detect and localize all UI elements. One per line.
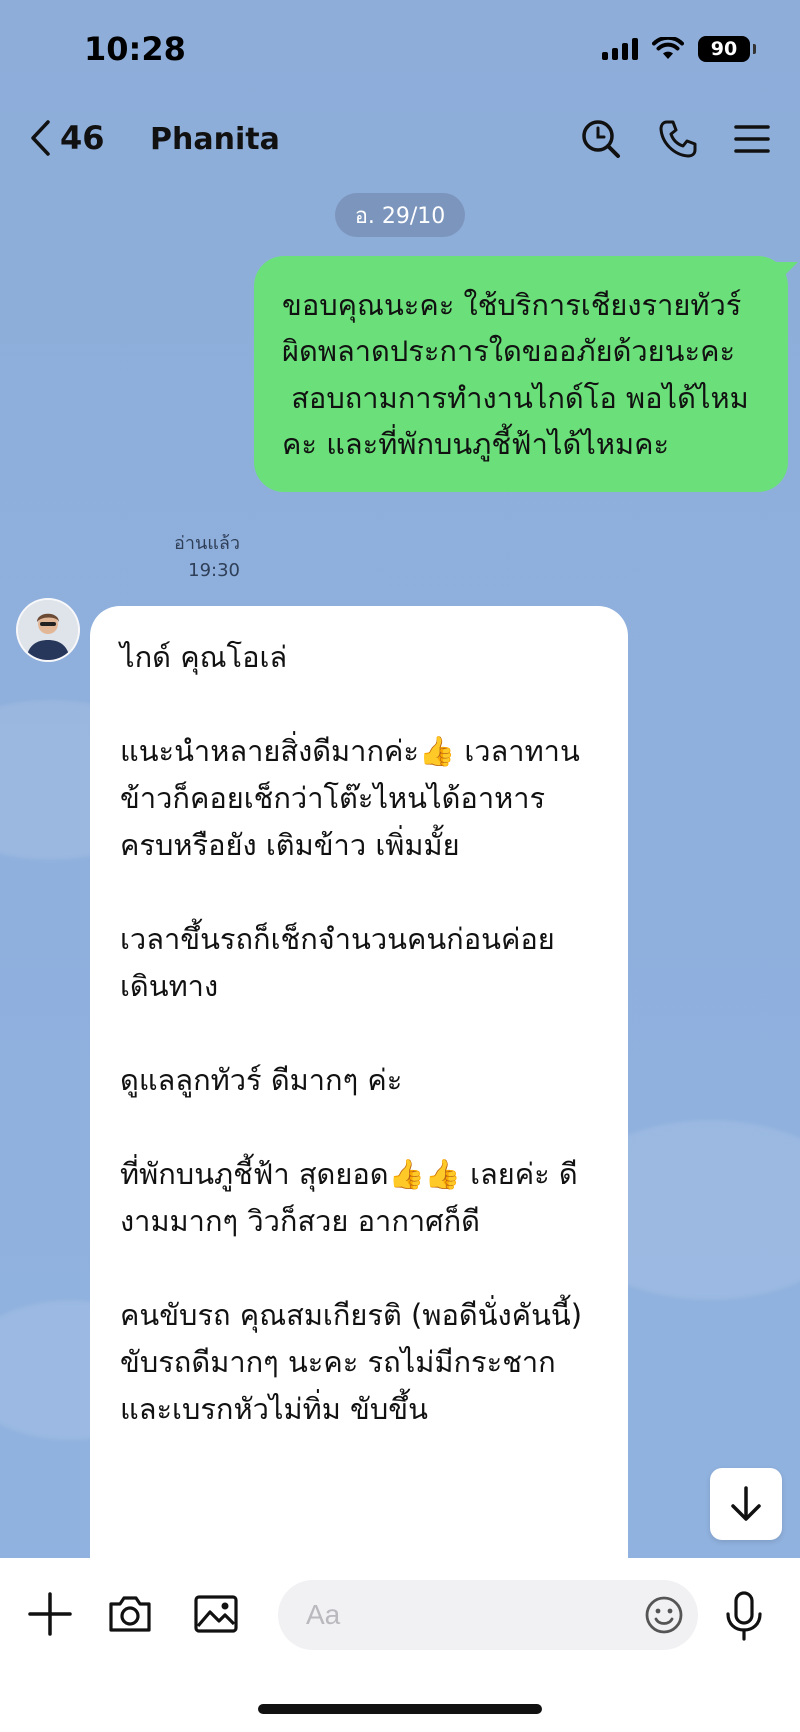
plus-icon: [28, 1592, 72, 1636]
message-text: แนะนำหลายสิ่งดีมากค่ะ👍 เวลาทานข้าวก็คอยเ…: [120, 733, 580, 862]
unread-count: 46: [60, 119, 105, 157]
message-text: คนขับรถ คุณสมเกียรติ (พอดีนั่งคันนี้) ขั…: [120, 1297, 583, 1426]
emoji-button[interactable]: [644, 1595, 684, 1639]
header-actions: [580, 118, 770, 160]
read-receipt: อ่านแล้ว 19:30: [174, 530, 240, 584]
profile-photo: [18, 600, 78, 660]
add-button[interactable]: [26, 1590, 74, 1642]
search-button[interactable]: [580, 118, 622, 160]
image-icon: [194, 1595, 238, 1633]
search-icon: [582, 120, 620, 158]
message-time: 19:30: [188, 560, 240, 581]
back-button[interactable]: 46: [28, 118, 105, 158]
scroll-to-bottom-button[interactable]: [710, 1468, 782, 1540]
message-text: ขอบคุณนะคะ ใช้บริการเชียงรายทัวร์ ผิดพลา…: [282, 288, 742, 369]
message-input-bar: [0, 1558, 800, 1732]
message-input[interactable]: [304, 1598, 608, 1632]
menu-icon: [734, 125, 770, 153]
message-text: ที่พักบนภูชี้ฟ้า สุดยอด👍👍 เลยค่ะ ดีงามมา…: [120, 1156, 578, 1238]
emoji-icon: [645, 1596, 683, 1634]
phone-icon: [659, 120, 697, 158]
image-button[interactable]: [192, 1590, 240, 1642]
avatar[interactable]: [16, 598, 80, 662]
battery-icon: 90: [698, 36, 756, 62]
status-icons: 90: [602, 36, 756, 62]
camera-button[interactable]: [106, 1590, 154, 1642]
chat-title: Phanita: [150, 122, 280, 157]
cellular-signal-icon: [602, 38, 638, 60]
status-bar: 10:28 90: [0, 0, 800, 100]
menu-button[interactable]: [734, 123, 770, 155]
wifi-icon: [652, 37, 684, 59]
message-text: สอบถามการทำงานไกด์โอ พอได้ไหมคะ และที่พั…: [282, 380, 749, 462]
chevron-left-icon: [31, 120, 50, 156]
call-button[interactable]: [658, 119, 698, 159]
microphone-icon: [726, 1591, 762, 1641]
message-text: ไกด์ คุณโอเล่: [120, 640, 288, 674]
outgoing-message-bubble[interactable]: ขอบคุณนะคะ ใช้บริการเชียงรายทัวร์ ผิดพลา…: [254, 256, 788, 492]
microphone-button[interactable]: [722, 1590, 766, 1646]
home-indicator: [258, 1704, 542, 1714]
status-time: 10:28: [84, 30, 186, 68]
chat-header: 46 Phanita: [0, 100, 800, 190]
incoming-message-bubble[interactable]: ไกด์ คุณโอเล่ แนะนำหลายสิ่งดีมากค่ะ👍 เวล…: [90, 606, 628, 1646]
battery-level: 90: [710, 38, 738, 60]
message-text: ดูแลลูกทัวร์ ดีมากๆ ค่ะ: [120, 1062, 403, 1097]
camera-icon: [109, 1596, 151, 1632]
message-text: เวลาขึ้นรถก็เช็กจำนวนคนก่อนค่อยเดินทาง: [120, 921, 555, 1003]
read-label: อ่านแล้ว: [174, 533, 240, 554]
message-input-field[interactable]: [278, 1580, 698, 1650]
date-separator: อ. 29/10: [335, 193, 465, 237]
chat-screen: 10:28 90 46 Phanita อ. 29/10 ขอบคุณนะคะ …: [0, 0, 800, 1732]
arrow-down-icon: [731, 1486, 761, 1521]
